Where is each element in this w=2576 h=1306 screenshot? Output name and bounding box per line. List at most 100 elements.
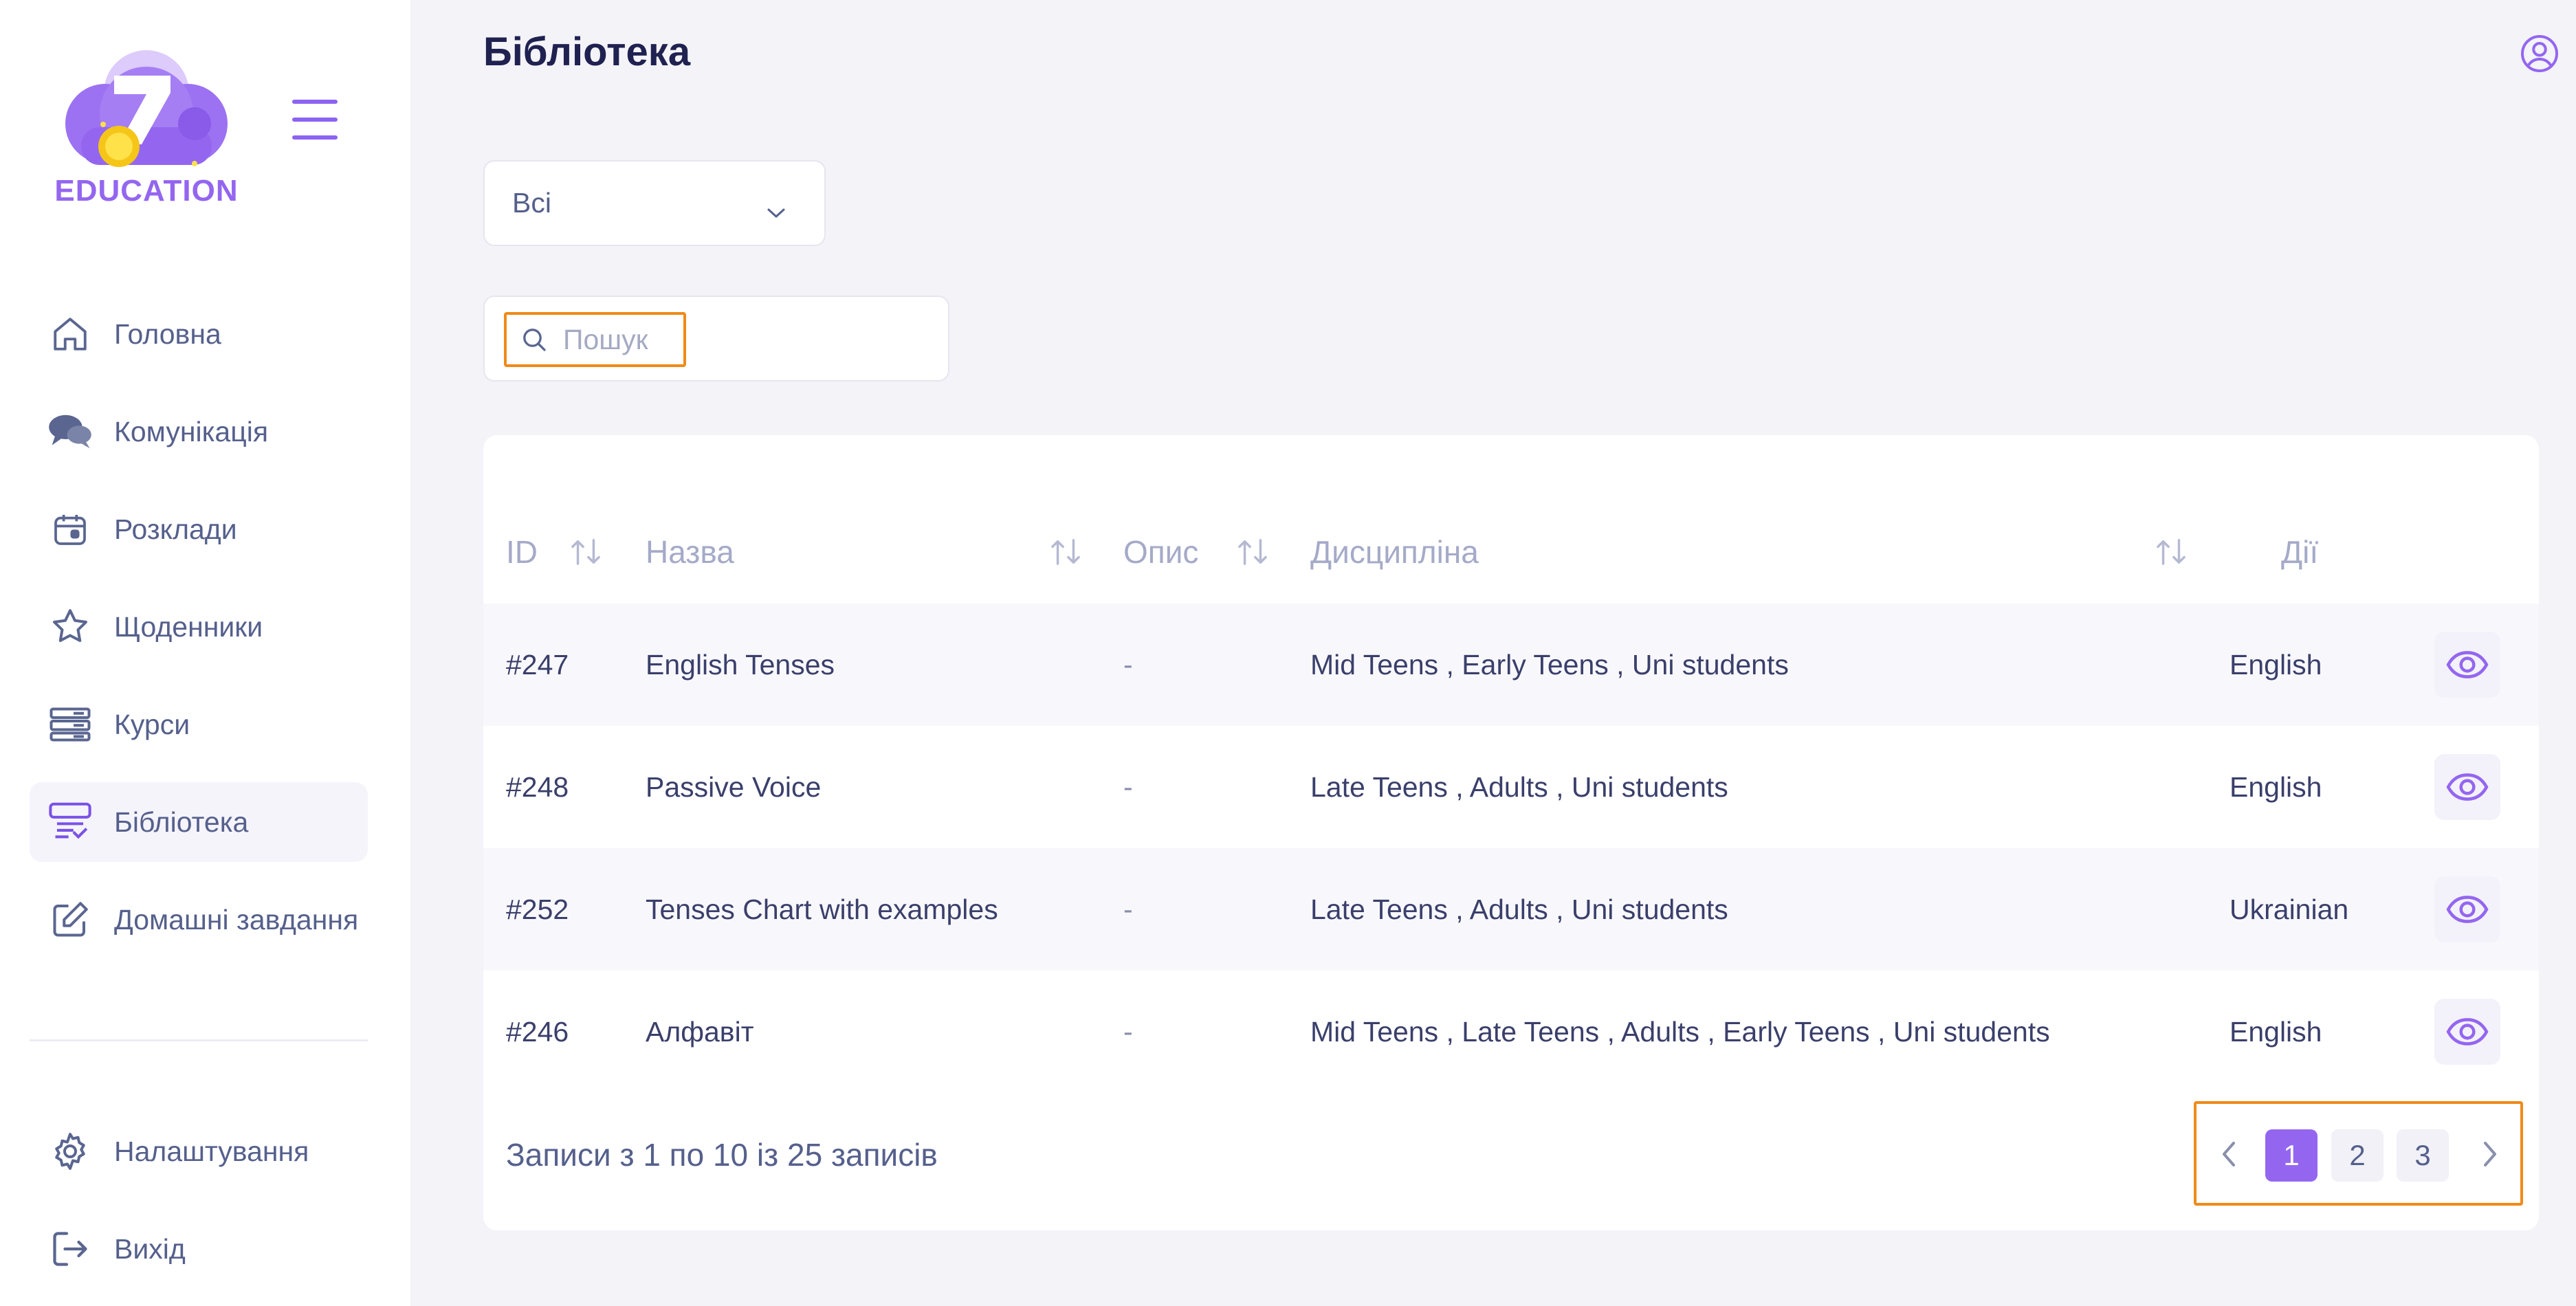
cell-language: English (2230, 648, 2322, 680)
edit-icon (47, 897, 93, 942)
sidebar-item-label: Комунікація (114, 415, 269, 447)
library-table-card: ID Назва Опис Дисципліна Дії #247 Englis… (483, 435, 2539, 1230)
sidebar-nav: Головна Комунікація Розклади Щоденники К… (30, 294, 368, 977)
sidebar-bottom-nav: Налаштування Вихід (30, 1111, 368, 1306)
filter-selected-value: Всі (512, 187, 551, 219)
column-header-label: Назва (646, 534, 734, 570)
sidebar-item-label: Вихід (114, 1232, 186, 1265)
server-stack-icon (47, 702, 93, 747)
cell-name: English Tenses (646, 648, 835, 680)
cell-language: English (2230, 1015, 2322, 1048)
sidebar-item-label: Щоденники (114, 610, 263, 643)
search-box (483, 296, 949, 381)
star-icon (47, 604, 93, 650)
user-circle-icon[interactable] (2519, 33, 2560, 74)
view-button[interactable] (2434, 632, 2500, 698)
column-header-discipline[interactable]: Дисципліна (1310, 500, 1479, 604)
calendar-icon (47, 507, 93, 552)
cell-description: - (1123, 893, 1133, 925)
home-icon (47, 311, 93, 357)
sidebar-item-label: Бібліотека (114, 806, 249, 838)
table-row[interactable]: #252 Tenses Chart with examples - Late T… (483, 848, 2539, 971)
column-header-label: Дії (2281, 534, 2319, 570)
page-title: Бібліотека (483, 30, 691, 74)
eye-icon (2446, 896, 2489, 923)
search-icon (523, 329, 546, 351)
pagination-info: Записи з 1 по 10 із 25 записів (506, 1137, 938, 1173)
logo-text: EDUCATION (54, 174, 239, 208)
column-header-label: ID (506, 534, 538, 570)
sidebar-item-label: Головна (114, 318, 221, 350)
cell-language: English (2230, 771, 2322, 803)
sidebar-item-label: Курси (114, 708, 190, 740)
column-header-label: Опис (1123, 534, 1199, 570)
view-button[interactable] (2434, 754, 2500, 820)
search-input[interactable] (563, 323, 680, 356)
filter-select[interactable]: Всі (483, 160, 826, 246)
sidebar-item-library[interactable]: Бібліотека (30, 782, 368, 862)
table-row[interactable]: #246 Алфавіт - Mid Teens , Late Teens , … (483, 971, 2539, 1093)
column-header-actions: Дії (2281, 500, 2318, 604)
cell-discipline: Late Teens , Adults , Uni students (1310, 893, 1728, 925)
sidebar-item-courses[interactable]: Курси (30, 685, 368, 764)
cell-id: #246 (506, 1015, 569, 1048)
eye-icon (2446, 651, 2489, 678)
sidebar-divider (30, 1039, 368, 1041)
sidebar-item-home[interactable]: Головна (30, 294, 368, 374)
sort-icon[interactable] (2154, 538, 2188, 570)
sidebar-item-settings[interactable]: Налаштування (30, 1111, 368, 1191)
eye-icon (2446, 1018, 2489, 1045)
prev-page-button[interactable] (2205, 1130, 2253, 1178)
sidebar-item-logout[interactable]: Вихід (30, 1209, 368, 1289)
sidebar-item-communication[interactable]: Комунікація (30, 392, 368, 472)
view-button[interactable] (2434, 876, 2500, 942)
menu-toggle-button[interactable] (292, 100, 340, 141)
cell-name: Tenses Chart with examples (646, 893, 998, 925)
sidebar-item-homework[interactable]: Домашні завдання (30, 880, 368, 960)
chevron-left-icon (2223, 1142, 2235, 1166)
cell-discipline: Mid Teens , Late Teens , Adults , Early … (1310, 1015, 2050, 1048)
search-highlight (504, 312, 686, 367)
table-header: ID Назва Опис Дисципліна Дії (483, 500, 2539, 604)
page-button-3[interactable]: 3 (2397, 1129, 2449, 1182)
sidebar-item-label: Розклади (114, 513, 237, 545)
next-page-button[interactable] (2466, 1130, 2514, 1178)
logo[interactable]: EDUCATION (54, 38, 239, 210)
cell-description: - (1123, 771, 1133, 803)
chevron-down-icon (766, 195, 786, 227)
cell-name: Алфавіт (646, 1015, 754, 1048)
view-button[interactable] (2434, 999, 2500, 1065)
sidebar-item-schedules[interactable]: Розклади (30, 489, 368, 569)
gear-icon (47, 1129, 93, 1174)
table-row[interactable]: #248 Passive Voice - Late Teens , Adults… (483, 726, 2539, 848)
column-header-id[interactable]: ID (506, 500, 538, 604)
cell-discipline: Late Teens , Adults , Uni students (1310, 771, 1728, 803)
sidebar-item-label: Налаштування (114, 1135, 309, 1167)
library-icon (47, 799, 93, 845)
hamburger-line (292, 118, 338, 122)
cell-id: #248 (506, 771, 569, 803)
cell-description: - (1123, 648, 1133, 680)
cell-description: - (1123, 1015, 1133, 1048)
table-row[interactable]: #247 English Tenses - Mid Teens , Early … (483, 604, 2539, 726)
sidebar-item-label: Домашні завдання (114, 903, 359, 936)
cell-name: Passive Voice (646, 771, 822, 803)
sidebar-item-diaries[interactable]: Щоденники (30, 587, 368, 667)
column-header-name[interactable]: Назва (646, 500, 734, 604)
page-button-2[interactable]: 2 (2331, 1129, 2384, 1182)
page-button-1[interactable]: 1 (2265, 1129, 2318, 1182)
cell-language: Ukrainian (2230, 893, 2349, 925)
chat-bubbles-icon (47, 409, 93, 454)
eye-icon (2446, 773, 2489, 801)
sort-icon[interactable] (1235, 538, 1270, 570)
pagination: 1 2 3 (2194, 1101, 2523, 1206)
column-header-description[interactable]: Опис (1123, 500, 1198, 604)
sort-icon[interactable] (569, 538, 603, 570)
app-root: EDUCATION Головна Комунікація Розклади Щ… (0, 0, 2576, 1306)
hamburger-line (292, 135, 338, 140)
cell-id: #247 (506, 648, 569, 680)
chevron-right-icon (2484, 1142, 2496, 1166)
sidebar: EDUCATION Головна Комунікація Розклади Щ… (0, 0, 410, 1306)
sort-icon[interactable] (1048, 538, 1083, 570)
column-header-label: Дисципліна (1310, 534, 1479, 570)
